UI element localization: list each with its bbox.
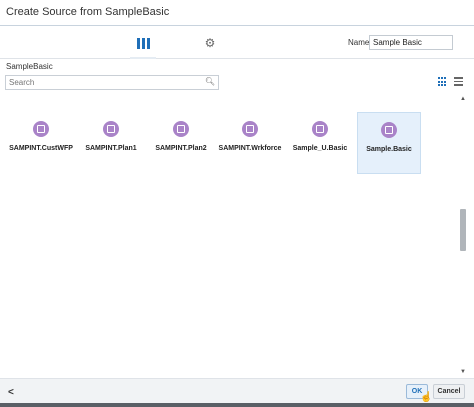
tile-label: Sample.Basic [366,146,412,153]
dialog-title: Create Source from SampleBasic [6,6,170,18]
columns-icon[interactable] [132,32,154,54]
source-tiles-area: SAMPINT.CustWFP SAMPINT.Plan1 SAMPINT.Pl… [5,96,459,377]
search-icon[interactable]: 🔍︎ [205,77,215,86]
tile-label: SAMPINT.Plan1 [85,145,137,152]
scroll-up-icon[interactable]: ▲ [459,96,467,104]
search-box[interactable]: 🔍︎ [5,75,219,90]
tile-label: SAMPINT.CustWFP [9,145,73,152]
cube-icon [103,121,119,137]
name-field[interactable] [369,35,453,50]
chevron-left-icon[interactable]: < [8,387,14,398]
dialog-footer: < OK Cancel [0,378,474,403]
tile-label: SAMPINT.Wrkforce [218,145,282,152]
cancel-button[interactable]: Cancel [433,384,465,399]
cube-icon [33,121,49,137]
cube-icon [312,121,328,137]
scroll-thumb[interactable] [460,209,466,251]
tile-sampint-plan2[interactable]: SAMPINT.Plan2 [149,112,213,174]
cube-icon [381,122,397,138]
tile-sampint-custwfp[interactable]: SAMPINT.CustWFP [9,112,73,174]
dialog-title-bar: Create Source from SampleBasic [0,0,474,26]
vertical-scrollbar[interactable]: ▲ ▼ [459,96,467,377]
tile-sampint-wrkforce[interactable]: SAMPINT.Wrkforce [218,112,282,174]
search-input[interactable] [9,77,199,88]
grid-view-icon[interactable] [438,77,448,87]
bottom-strip [0,403,474,407]
tab-underline [130,57,156,59]
tile-label: SAMPINT.Plan2 [155,145,207,152]
tile-label: Sample_U.Basic [292,145,348,152]
name-label: Name [348,38,370,47]
hand-cursor-icon: ☝ [420,392,433,403]
tile-sample-basic[interactable]: Sample.Basic [357,112,421,174]
cube-icon [242,121,258,137]
section-label: SampleBasic [6,62,53,71]
list-view-icon[interactable] [454,77,463,86]
tile-sampint-plan1[interactable]: SAMPINT.Plan1 [79,112,143,174]
gear-icon[interactable]: ⚙ [199,32,221,54]
scroll-down-icon[interactable]: ▼ [459,369,467,377]
cube-icon [173,121,189,137]
tile-sample-u-basic[interactable]: Sample_U.Basic [288,112,352,174]
